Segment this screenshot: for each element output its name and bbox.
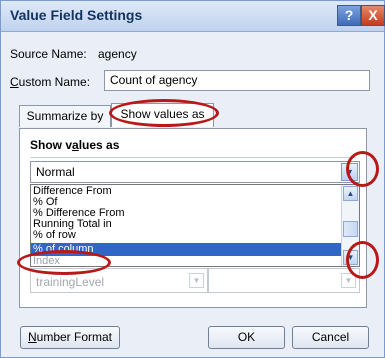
list-item[interactable]: % of row [31,230,343,241]
list-item[interactable]: % Difference From [31,208,343,219]
show-values-panel: Show values as Normal ▼ Difference From … [19,128,367,308]
cancel-button[interactable]: Cancel [292,326,369,349]
scroll-up-icon[interactable]: ▲ [343,186,358,201]
list-scrollbar[interactable]: ▲ ▼ [341,185,359,266]
help-button[interactable]: ? [337,5,361,26]
custom-name-accesskey: C [10,75,19,89]
base-field-item[interactable]: trainingLevel [36,275,104,289]
list-item[interactable]: % Of [31,197,343,208]
section-divider [30,157,356,158]
tab-summarize-by[interactable]: Summarize by [19,105,111,127]
source-name-value: agency [98,47,137,61]
custom-name-label: Custom Name: [10,75,90,89]
list-item[interactable]: Difference From [31,186,343,197]
source-name-label: Source Name: [10,47,87,61]
value-field-settings-dialog: Value Field Settings ? X Source Name: ag… [0,0,385,358]
list-item[interactable]: Running Total in [31,219,343,230]
base-item-arrow-icon[interactable]: ▼ [341,273,356,288]
custom-name-input[interactable]: Count of agency [104,70,370,91]
dropdown-selected-value: Normal [36,165,75,179]
number-format-accesskey: N [27,330,37,344]
title-bar: Value Field Settings ? X [1,1,385,32]
section-heading-part1: Show v [30,138,73,152]
scroll-thumb[interactable] [343,221,358,237]
base-field-arrow-icon[interactable]: ▼ [189,273,204,288]
dropdown-arrow-icon[interactable]: ▼ [341,163,358,181]
dialog-title: Value Field Settings [10,7,143,23]
section-heading-part2: lues as [78,138,120,152]
number-format-button[interactable]: Number Format [20,326,120,349]
show-values-list[interactable]: Difference From % Of % Difference From R… [30,184,360,267]
base-item-list[interactable]: ▼ [208,268,360,293]
section-heading-accesskey: a [72,138,79,152]
list-item[interactable]: Index [31,256,343,266]
list-item-selected[interactable]: % of column [31,243,343,256]
ok-button[interactable]: OK [208,326,285,349]
base-field-list[interactable]: trainingLevel ▼ [30,268,208,293]
close-button[interactable]: X [361,5,385,26]
show-values-dropdown[interactable]: Normal ▼ [30,161,360,183]
scroll-down-icon[interactable]: ▼ [343,250,358,265]
tab-show-values-as[interactable]: Show values as [111,103,214,127]
custom-name-label-text: ustom Name: [18,75,91,89]
number-format-label: umber Format [36,330,113,344]
section-heading: Show values as [30,138,119,152]
